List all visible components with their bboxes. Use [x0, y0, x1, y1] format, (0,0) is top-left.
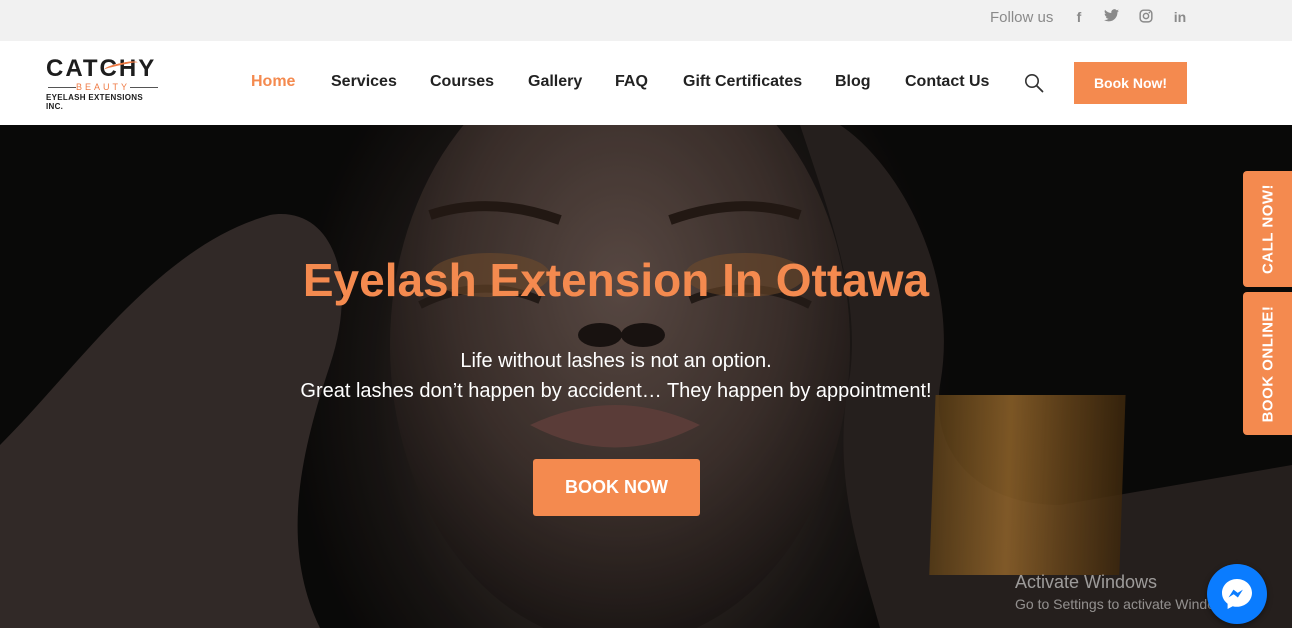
book-online-tab[interactable]: BOOK ONLINE!	[1243, 292, 1292, 435]
activate-windows-subtitle: Go to Settings to activate Windows.	[1015, 596, 1236, 612]
hero-tagline-2: Great lashes don’t happen by accident… T…	[300, 380, 932, 402]
hero-overlay	[0, 125, 1292, 628]
logo-main-text: CATCHY	[46, 55, 157, 82]
instagram-icon[interactable]	[1136, 8, 1156, 26]
nav-home[interactable]: Home	[251, 73, 295, 91]
messenger-icon	[1222, 579, 1252, 609]
nav-faq[interactable]: FAQ	[615, 73, 648, 91]
follow-us-label: Follow us	[990, 9, 1054, 26]
nav-gift-certificates[interactable]: Gift Certificates	[683, 73, 802, 91]
linkedin-icon[interactable]: in	[1170, 8, 1190, 26]
nav-blog[interactable]: Blog	[835, 73, 871, 91]
nav-courses[interactable]: Courses	[430, 73, 494, 91]
search-icon[interactable]	[1024, 73, 1044, 93]
nav-gallery[interactable]: Gallery	[528, 73, 582, 91]
twitter-icon[interactable]	[1101, 8, 1121, 26]
logo-tagline: EYELASH EXTENSIONS INC.	[46, 93, 143, 111]
call-now-label: CALL NOW!	[1259, 183, 1276, 275]
logo-sub-text: BEAUTY	[44, 82, 162, 92]
header-book-now-button[interactable]: Book Now!	[1074, 62, 1187, 104]
call-now-tab[interactable]: CALL NOW!	[1243, 171, 1292, 287]
hero-title: Eyelash Extension In Ottawa	[302, 254, 930, 306]
hero-section: Eyelash Extension In Ottawa Life without…	[0, 125, 1292, 628]
nav-contact-us[interactable]: Contact Us	[905, 73, 989, 91]
book-online-label: BOOK ONLINE!	[1259, 305, 1276, 422]
hero-book-now-button[interactable]: BOOK NOW	[533, 459, 700, 516]
nav-services[interactable]: Services	[331, 73, 397, 91]
top-social-bar: Follow us f in	[0, 0, 1292, 41]
site-header: CATCHY BEAUTY EYELASH EXTENSIONS INC. Ho…	[0, 41, 1292, 125]
activate-windows-title: Activate Windows	[1015, 572, 1158, 592]
hero-tagline-1: Life without lashes is not an option.	[460, 350, 772, 372]
catchy-beauty-logo[interactable]: CATCHY BEAUTY EYELASH EXTENSIONS INC.	[44, 55, 162, 111]
messenger-chat-button[interactable]	[1207, 564, 1267, 624]
facebook-icon[interactable]: f	[1069, 8, 1089, 26]
